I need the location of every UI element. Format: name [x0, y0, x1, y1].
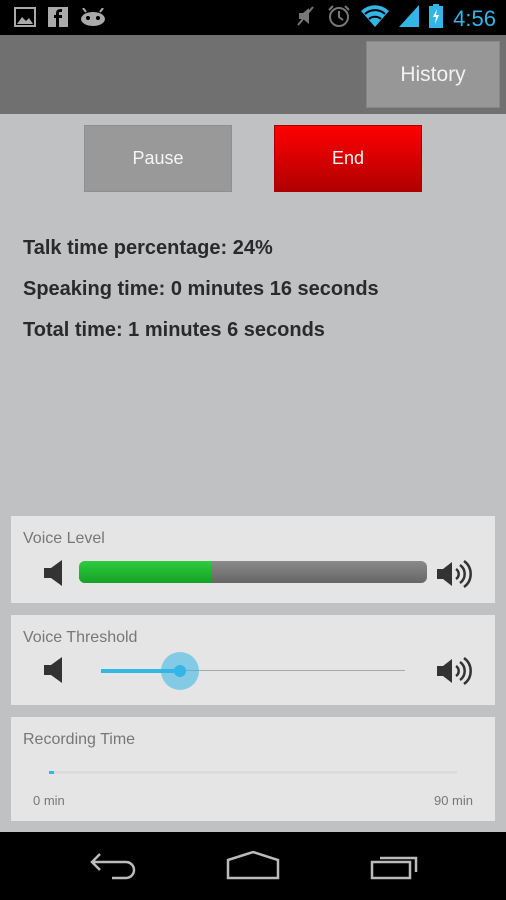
- voice-threshold-title: Voice Threshold: [23, 629, 138, 646]
- pause-button[interactable]: Pause: [84, 125, 232, 192]
- android-icon: [80, 7, 106, 31]
- end-button[interactable]: End: [274, 125, 422, 192]
- mute-icon: [295, 4, 317, 33]
- status-bar: 4:56: [0, 0, 506, 35]
- home-icon[interactable]: [226, 850, 280, 880]
- voice-threshold-slider[interactable]: [101, 652, 405, 690]
- speaker-high-icon: [437, 559, 472, 589]
- voice-level-title: Voice Level: [23, 530, 105, 547]
- recording-time-panel: Recording Time 0 min 90 min: [11, 717, 495, 821]
- speaker-high-icon: [437, 656, 472, 686]
- total-time-text: Total time: 1 minutes 6 seconds: [23, 319, 325, 341]
- history-button[interactable]: History: [366, 41, 500, 108]
- voice-threshold-panel: Voice Threshold: [11, 615, 495, 705]
- wifi-icon: [361, 5, 390, 32]
- stats-section: Talk time percentage: 24% Speaking time:…: [23, 234, 379, 357]
- back-icon[interactable]: [88, 850, 138, 880]
- image-notification-icon: [14, 7, 36, 32]
- recording-time-title: Recording Time: [23, 731, 136, 748]
- action-bar: History: [0, 35, 506, 114]
- recording-time-progress: [49, 771, 457, 774]
- facebook-icon: [48, 7, 68, 32]
- clock: 4:56: [453, 5, 496, 31]
- speaker-low-icon: [44, 560, 62, 586]
- signal-icon: [399, 5, 420, 32]
- recording-time-fill: [49, 771, 54, 774]
- recent-apps-icon[interactable]: [370, 850, 422, 880]
- alarm-icon: [327, 4, 351, 33]
- talk-percentage-text: Talk time percentage: 24%: [23, 237, 273, 259]
- speaking-time-text: Speaking time: 0 minutes 16 seconds: [23, 278, 379, 300]
- recording-min-label: 0 min: [33, 793, 65, 808]
- voice-level-fill: [79, 561, 212, 583]
- recording-max-label: 90 min: [433, 793, 473, 808]
- voice-level-meter: [79, 561, 427, 583]
- voice-level-panel: Voice Level: [11, 516, 495, 603]
- battery-charging-icon: [429, 4, 444, 33]
- navigation-bar: [0, 832, 506, 900]
- speaker-low-icon: [44, 657, 62, 683]
- slider-thumb[interactable]: [161, 652, 200, 690]
